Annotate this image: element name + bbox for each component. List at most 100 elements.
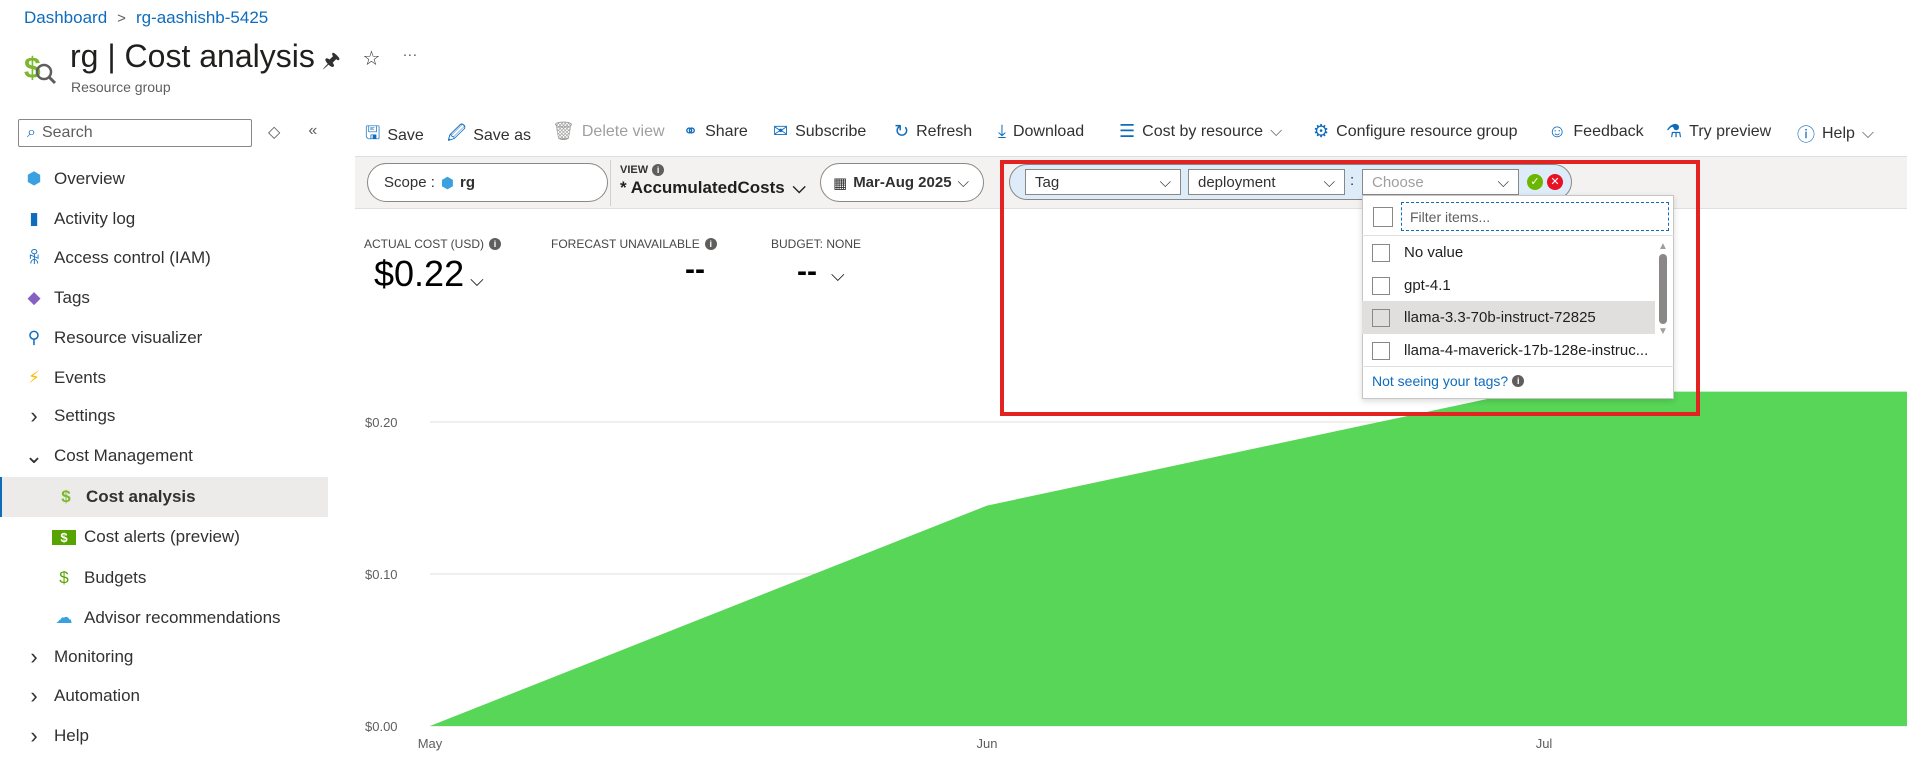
option-label: llama-3.3-70b-instruct-72825 (1404, 309, 1596, 326)
sidebar-search-input[interactable]: ⌕ Search (18, 119, 252, 147)
actual-cost-value[interactable]: $0.22 ⌵ (374, 253, 484, 295)
sidebar-item-help[interactable]: › Help (0, 716, 328, 756)
x-tick-label: Jun (977, 736, 998, 751)
filter-items-input[interactable]: Filter items... (1401, 202, 1669, 231)
actual-cost-label: ACTUAL COST (USD) i (364, 237, 502, 251)
refresh-button[interactable]: ↻ Refresh (894, 121, 972, 142)
save-as-button[interactable]: 🖉 Save as (447, 121, 531, 151)
sidebar-item-overview[interactable]: ⬢ Overview (0, 159, 328, 199)
cost-alert-icon: $ (52, 529, 76, 545)
scope-pill[interactable]: Scope : ⬢ rg (367, 163, 608, 202)
breadcrumb-dashboard[interactable]: Dashboard (24, 8, 107, 28)
sidebar-item-label: Settings (54, 406, 116, 425)
collapse-sidebar-icon[interactable]: « (308, 122, 317, 142)
chevron-down-icon: ⌄ (24, 443, 44, 468)
star-icon[interactable]: ☆ (363, 46, 381, 80)
sidebar-item-automation[interactable]: › Automation (0, 676, 328, 716)
sidebar-item-cost-alerts-preview[interactable]: $ Cost alerts (preview) (0, 517, 328, 557)
remove-filter-icon[interactable]: ✕ (1547, 174, 1563, 190)
sidebar-item-access-control-iam[interactable]: ꆜ Access control (IAM) (0, 238, 328, 278)
sidebar-item-label: Resource visualizer (54, 328, 203, 347)
subscribe-button[interactable]: ✉ Subscribe (773, 121, 866, 142)
dropdown-option[interactable]: gpt-4.1 (1362, 269, 1655, 302)
sort-icon[interactable]: ◇ (268, 122, 280, 142)
try-preview-button[interactable]: ⚗ Try preview (1666, 121, 1771, 142)
budget-value[interactable]: -- ⌵ (797, 255, 845, 289)
sidebar-item-events[interactable]: ⚡ Events (0, 358, 328, 398)
people-icon: ꆜ (27, 249, 41, 268)
save-button[interactable]: 🖫 Save (365, 121, 424, 151)
feedback-button[interactable]: ☺ Feedback (1548, 121, 1644, 142)
activity-log-icon: ▮ (29, 209, 39, 228)
filter-type-select[interactable]: Tag ⌵ (1025, 169, 1181, 195)
scroll-down-icon: ▼ (1658, 326, 1668, 337)
dropdown-option[interactable]: llama-4-maverick-17b-128e-instruc... (1362, 334, 1655, 367)
apply-filter-icon[interactable]: ✓ (1527, 174, 1543, 190)
download-button[interactable]: ⤓ Download (998, 121, 1084, 142)
flask-icon: ⚗ (1666, 121, 1683, 141)
cost-analysis-icon: $ (61, 487, 71, 506)
chevron-down-icon: ⌵ (1159, 173, 1171, 191)
chevron-down-icon: ⌵ (792, 178, 806, 197)
tag-key-select[interactable]: deployment ⌵ (1188, 169, 1345, 195)
share-button[interactable]: ⚭ Share (683, 121, 748, 142)
calendar-icon: ▦ (833, 174, 848, 192)
chevron-right-icon: › (30, 403, 38, 428)
budget-label: BUDGET: NONE (771, 237, 862, 251)
area-series (430, 391, 1907, 726)
delete-view-button[interactable]: 🗑 Delete view (552, 121, 665, 142)
pin-icon[interactable]: 🖈 (322, 46, 341, 80)
sidebar-item-label: Advisor recommendations (84, 608, 281, 627)
view-selector[interactable]: * AccumulatedCosts ⌵ (620, 178, 806, 198)
advisor-icon: ☁ (55, 608, 73, 627)
dropdown-option[interactable]: No value (1362, 236, 1655, 269)
sidebar-item-advisor-recommendations[interactable]: ☁ Advisor recommendations (0, 598, 328, 638)
option-checkbox[interactable] (1372, 243, 1390, 262)
help-button[interactable]: ⓘ Help ⌵ (1797, 121, 1874, 147)
sidebar-item-label: Automation (54, 686, 140, 705)
chevron-down-icon: ⌵ (1861, 125, 1875, 142)
option-label: llama-4-maverick-17b-128e-instruc... (1404, 342, 1649, 359)
y-tick-label: $0.20 (365, 415, 398, 430)
option-checkbox[interactable] (1372, 341, 1390, 360)
hierarchy-icon: ⚲ (27, 328, 41, 347)
sidebar-item-label: Activity log (54, 209, 136, 228)
page-subtitle: Resource group (71, 79, 171, 95)
sidebar-item-cost-management[interactable]: ⌄ Cost Management (0, 436, 328, 476)
chevron-right-icon: › (30, 683, 38, 708)
breadcrumb: Dashboard > rg-aashishb-5425 (24, 8, 268, 28)
option-label: gpt-4.1 (1404, 277, 1451, 294)
not-seeing-tags-link[interactable]: Not seeing your tags? i (1372, 373, 1525, 389)
option-checkbox[interactable] (1372, 276, 1390, 295)
sidebar-item-cost-analysis[interactable]: $ Cost analysis (0, 477, 328, 517)
breadcrumb-resource-group[interactable]: rg-aashishb-5425 (136, 8, 268, 28)
chevron-down-icon: ⌵ (830, 265, 845, 285)
configure-resource-group-button[interactable]: ⚙ Configure resource group (1313, 121, 1518, 142)
more-button[interactable]: ··· (402, 46, 417, 80)
option-checkbox[interactable] (1372, 308, 1390, 327)
cost-by-resource-button[interactable]: ☰ Cost by resource ⌵ (1119, 121, 1282, 142)
forecast-label: FORECAST UNAVAILABLE i (551, 237, 717, 251)
help-icon: ⓘ (1797, 125, 1815, 145)
dropdown-option[interactable]: llama-3.3-70b-instruct-72825 (1362, 301, 1655, 334)
sidebar-item-label: Access control (IAM) (54, 248, 211, 267)
tag-value-select[interactable]: Choose ⌵ (1362, 169, 1519, 195)
select-all-checkbox[interactable] (1373, 206, 1393, 227)
budget-icon: $ (59, 568, 69, 587)
mail-icon: ✉ (773, 121, 789, 141)
download-icon: ⤓ (998, 121, 1006, 141)
sidebar-item-budgets[interactable]: $ Budgets (0, 558, 328, 598)
dropdown-scrollbar[interactable]: ▲ ▼ (1657, 241, 1669, 351)
sidebar-item-tags[interactable]: ◆ Tags (0, 278, 328, 318)
sidebar-item-resource-visualizer[interactable]: ⚲ Resource visualizer (0, 318, 328, 358)
sidebar-item-label: Tags (54, 288, 90, 307)
sidebar-item-activity-log[interactable]: ▮ Activity log (0, 199, 328, 239)
chevron-down-icon: ⌵ (1497, 173, 1509, 191)
sidebar-item-label: Cost Management (54, 446, 193, 465)
date-range-pill[interactable]: ▦ Mar-Aug 2025 ⌵ (820, 163, 984, 202)
sidebar-item-monitoring[interactable]: › Monitoring (0, 637, 328, 677)
x-tick-label: Jul (1536, 736, 1553, 751)
sidebar-item-settings[interactable]: › Settings (0, 396, 328, 436)
forecast-value: -- (685, 253, 705, 286)
info-icon: i (704, 238, 717, 250)
